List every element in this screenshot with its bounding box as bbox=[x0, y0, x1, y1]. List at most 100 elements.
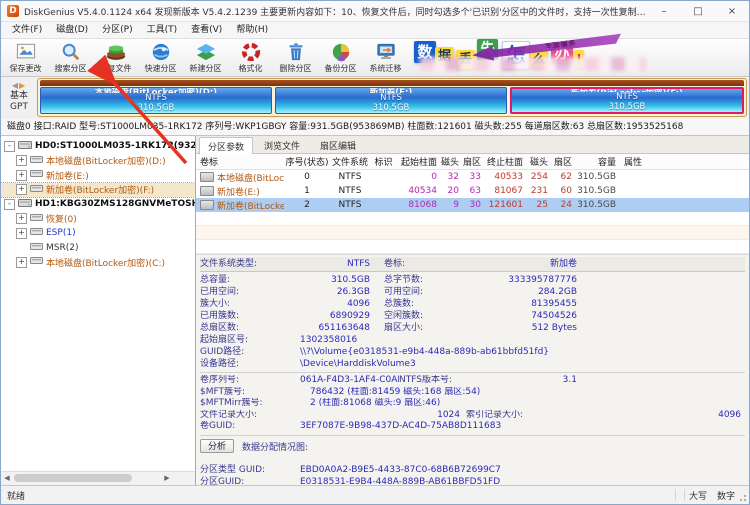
detail-label: 卷序列号: bbox=[200, 375, 240, 385]
ad-banner[interactable]: 数 据 丢 失 怎 么 办 ! 专业服务 bbox=[414, 39, 664, 76]
tool-label: 恢复文件 bbox=[99, 63, 132, 73]
col-header[interactable]: 卷标 bbox=[196, 155, 284, 168]
tool-label: 删除分区 bbox=[279, 63, 312, 73]
collapse-icon[interactable]: - bbox=[4, 198, 15, 210]
status-numlock: 数字 bbox=[716, 491, 735, 502]
recover-files-icon bbox=[105, 42, 127, 62]
detail-label: 文件系统类型: bbox=[200, 259, 258, 269]
partition-icon bbox=[30, 242, 43, 254]
tree-item-esp[interactable]: + ESP(1) bbox=[1, 226, 195, 241]
analyze-label: 数据分配情况图: bbox=[242, 442, 309, 453]
expand-icon[interactable]: + bbox=[16, 213, 27, 225]
tree-horizontal-scrollbar[interactable]: ◀ ▶ bbox=[1, 471, 195, 485]
tree-item-msr[interactable]: MSR(2) bbox=[1, 241, 195, 256]
tab-browse-files[interactable]: 浏览文件 bbox=[255, 136, 309, 153]
col-header[interactable]: 标识 bbox=[370, 155, 397, 168]
detail-value: EBD0A0A2-B9E5-4433-87C0-68B6B72699C7 bbox=[300, 464, 501, 475]
scrollbar-thumb[interactable] bbox=[14, 474, 132, 482]
collapse-icon[interactable]: - bbox=[4, 140, 15, 152]
partition-fs: NTFS bbox=[145, 92, 167, 103]
menu-disk[interactable]: 磁盘(D) bbox=[49, 22, 95, 38]
table-row[interactable]: 本地磁盘(BitLocker... 0 NTFS 0 32 33 40533 2… bbox=[196, 170, 749, 184]
col-header[interactable]: 扇区 bbox=[461, 155, 483, 168]
detail-value: 4096 bbox=[347, 299, 370, 309]
col-header[interactable]: 终止柱面 bbox=[483, 155, 525, 168]
tool-label: 快速分区 bbox=[144, 63, 177, 73]
partition-icon bbox=[30, 213, 43, 225]
search-partition-button[interactable]: 搜索分区 bbox=[48, 39, 93, 76]
detail-value: \\?\Volume{e0318531-e9b4-448a-889b-ab61b… bbox=[300, 347, 550, 357]
recover-files-button[interactable]: 恢复文件 bbox=[93, 39, 138, 76]
menu-help[interactable]: 帮助(H) bbox=[229, 22, 275, 38]
expand-icon[interactable]: + bbox=[16, 169, 27, 181]
tree-item-recovery[interactable]: + 恢复(0) bbox=[1, 212, 195, 227]
col-header[interactable]: 容量 bbox=[574, 155, 618, 168]
tree-item-c[interactable]: + 本地磁盘(BitLocker加密)(C:) bbox=[1, 255, 195, 270]
maximize-button[interactable]: □ bbox=[681, 2, 715, 21]
tree-label: 本地磁盘(BitLocker加密)(D:) bbox=[46, 157, 166, 168]
partition-icon bbox=[30, 227, 43, 239]
scroll-right-icon[interactable]: ▶ bbox=[161, 472, 173, 484]
menu-view[interactable]: 查看(V) bbox=[184, 22, 229, 38]
partition-size: 310.5GB bbox=[372, 102, 410, 113]
save-changes-button[interactable]: 保存更改 bbox=[3, 39, 48, 76]
scroll-left-icon[interactable]: ◀ bbox=[1, 472, 13, 484]
disk-prev-icon[interactable]: ◀ bbox=[12, 81, 19, 90]
partition-box-e[interactable]: 新加卷(E:) NTFS 310.5GB bbox=[275, 87, 507, 114]
menu-partition[interactable]: 分区(P) bbox=[95, 22, 139, 38]
disk-frame: 本地磁盘(BitLocker加密)(D:) NTFS 310.5GB 新加卷(E… bbox=[37, 78, 747, 117]
expand-icon[interactable]: + bbox=[16, 155, 27, 167]
disk-next-icon[interactable]: ▶ bbox=[19, 81, 26, 90]
resize-grip[interactable] bbox=[739, 494, 747, 502]
disk-graph-nav: ◀▶ 基本 GPT bbox=[1, 78, 37, 117]
tab-partition-params[interactable]: 分区参数 bbox=[199, 137, 254, 154]
col-header[interactable]: 磁头 bbox=[439, 155, 461, 168]
tool-label: 搜索分区 bbox=[54, 63, 87, 73]
menu-tools[interactable]: 工具(T) bbox=[140, 22, 185, 38]
tree-item-d[interactable]: + 本地磁盘(BitLocker加密)(D:) bbox=[1, 154, 195, 169]
col-header[interactable]: 扇区 bbox=[550, 155, 574, 168]
detail-value: 1302358016 bbox=[300, 335, 358, 345]
detail-label: 索引记录大小: bbox=[466, 409, 524, 420]
delete-partition-button[interactable]: 删除分区 bbox=[273, 39, 318, 76]
tree-item-e[interactable]: + 新加卷(E:) bbox=[1, 168, 195, 183]
format-icon bbox=[240, 42, 262, 62]
expand-icon[interactable]: + bbox=[16, 184, 27, 196]
menu-file[interactable]: 文件(F) bbox=[5, 22, 49, 38]
tree-label: HD0:ST1000LM035-1RK172(932GB) bbox=[35, 141, 196, 152]
detail-label: 已用簇数: bbox=[200, 311, 240, 321]
tree-item-hd1[interactable]: - HD1:KBG30ZMS128GNVMeTOSHIBA1 bbox=[1, 197, 195, 212]
partition-box-d[interactable]: 本地磁盘(BitLocker加密)(D:) NTFS 310.5GB bbox=[40, 87, 272, 114]
expand-icon[interactable]: + bbox=[16, 256, 27, 268]
table-row-selected[interactable]: 新加卷(BitLocker加密)(F:) 2 NTFS 81068 9 30 1… bbox=[196, 198, 749, 212]
close-button[interactable]: × bbox=[715, 2, 749, 21]
tool-label: 新建分区 bbox=[189, 63, 222, 73]
col-header[interactable]: 序号(状态) bbox=[284, 155, 330, 168]
col-header[interactable]: 属性 bbox=[618, 155, 648, 168]
tool-label: 系统迁移 bbox=[369, 63, 402, 73]
tree-item-hd0[interactable]: - HD0:ST1000LM035-1RK172(932GB) bbox=[1, 139, 195, 154]
format-button[interactable]: 格式化 bbox=[228, 39, 273, 76]
quick-partition-button[interactable]: 快速分区 bbox=[138, 39, 183, 76]
partition-box-f-selected[interactable]: 新加卷(BitLocker加密)(F:) NTFS 310.5GB bbox=[510, 87, 744, 114]
minimize-button[interactable]: – bbox=[647, 2, 681, 21]
analyze-button[interactable]: 分析 bbox=[200, 439, 234, 453]
col-header[interactable]: 起始柱面 bbox=[397, 155, 439, 168]
table-row[interactable]: 新加卷(E:) 1 NTFS 40534 20 63 81067 231 60 … bbox=[196, 184, 749, 198]
col-header[interactable]: 磁头 bbox=[525, 155, 550, 168]
backup-partition-icon bbox=[330, 42, 352, 62]
partition-size: 310.5GB bbox=[137, 102, 175, 113]
tree-label: 新加卷(BitLocker加密)(F:) bbox=[46, 186, 155, 197]
detail-label: 簇大小: bbox=[200, 299, 231, 309]
partition-icon bbox=[30, 169, 43, 181]
col-header[interactable]: 文件系统 bbox=[330, 155, 370, 168]
expand-icon[interactable]: + bbox=[16, 227, 27, 239]
system-migrate-button[interactable]: 系统迁移 bbox=[363, 39, 408, 76]
tab-sector-edit[interactable]: 扇区编辑 bbox=[311, 136, 365, 153]
tree-item-f-selected[interactable]: + 新加卷(BitLocker加密)(F:) bbox=[1, 181, 195, 198]
detail-label: NTFS版本号: bbox=[399, 375, 452, 385]
new-partition-button[interactable]: 新建分区 bbox=[183, 39, 228, 76]
backup-partition-button[interactable]: 备份分区 bbox=[318, 39, 363, 76]
partition-fs: NTFS bbox=[380, 92, 402, 103]
